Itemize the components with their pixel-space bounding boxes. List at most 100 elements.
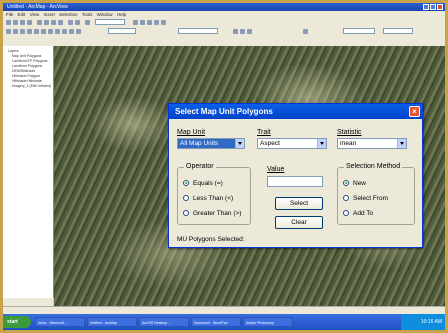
operator-group: Operator Equals (=) Less Than (<) Greate… [177,163,251,225]
toc-icon[interactable] [140,20,145,25]
forward-icon[interactable] [41,29,46,34]
table-of-contents: Layers Map Unit Polygons Landform/TP Pol… [3,46,54,298]
operator-less-than-option[interactable]: Less Than (<) [183,195,233,202]
pan-icon[interactable] [20,29,25,34]
selection-method-group: Selection Method New Select From Add To [337,163,415,225]
find-icon[interactable] [69,29,74,34]
radio-selected-icon[interactable] [343,180,349,187]
menu-view[interactable]: View [30,12,40,17]
map-unit-label: Map Unit [177,129,206,136]
copy-icon[interactable] [44,20,49,25]
selection-method-label: Selection Method [344,163,403,170]
selection-new-option[interactable]: New [343,180,366,187]
target-layer-combo[interactable] [178,28,218,34]
window-titlebar: Untitled - ArcMap - ArcView [3,3,445,11]
select-features-icon[interactable] [48,29,53,34]
radio-icon[interactable] [343,195,349,202]
redo-icon[interactable] [75,20,80,25]
menu-help[interactable]: Help [117,12,126,17]
zoom-in-icon[interactable] [6,29,11,34]
menubar: File Edit View Insert Selection Tools Wi… [3,11,445,18]
add-data-icon[interactable] [85,20,90,25]
layer-combo[interactable] [108,28,136,34]
map-unit-value: All Map Units [180,140,219,147]
taskbar-item[interactable]: Untitled - ArcMap [87,317,137,327]
toc-item[interactable]: Layers [8,49,19,53]
spatial-analyst-combo[interactable] [383,28,413,34]
taskbar-item[interactable]: Inbox - Microsoft... [35,317,85,327]
toc-item[interactable]: Landform/TP Polygons [12,59,48,63]
back-icon[interactable] [34,29,39,34]
select-elements-icon[interactable] [55,29,60,34]
radio-selected-icon[interactable] [183,180,189,187]
statistic-value: mean [340,140,357,147]
menu-file[interactable]: File [6,12,13,17]
dialog-title: Select Map Unit Polygons [175,107,273,116]
maximize-button[interactable] [430,4,436,10]
trait-value: Aspect [260,140,280,147]
text-icon[interactable] [247,29,252,34]
chevron-down-icon [235,139,244,148]
save-icon[interactable] [20,20,25,25]
clear-button[interactable]: Clear [275,216,323,229]
dialog-close-button[interactable]: × [409,106,420,117]
identify-icon[interactable] [62,29,67,34]
taskbar-item[interactable]: Document - WordPad [191,317,241,327]
toc-item[interactable]: Map Unit Polygons [12,54,41,58]
full-extent-icon[interactable] [27,29,32,34]
radio-icon[interactable] [183,210,189,217]
print-icon[interactable] [27,20,32,25]
drawing-icon[interactable] [233,29,238,34]
trait-dropdown[interactable]: Aspect [257,138,327,149]
menu-window[interactable]: Window [97,12,113,17]
close-button[interactable] [437,4,443,10]
value-label: Value [267,166,285,173]
cut-icon[interactable] [37,20,42,25]
toc-item[interactable]: DEM/Hillshade [12,69,35,73]
menu-tools[interactable]: Tools [82,12,93,17]
toc-item[interactable]: Hillshade Hillshade [12,79,42,83]
select-map-unit-polygons-dialog: Select Map Unit Polygons × Map Unit All … [168,103,423,248]
toc-item[interactable]: Landform Polygons [12,64,42,68]
undo-icon[interactable] [68,20,73,25]
start-button[interactable]: start [3,316,31,328]
delete-icon[interactable] [58,20,63,25]
radio-icon[interactable] [183,195,189,202]
map-unit-dropdown[interactable]: All Map Units [177,138,245,149]
selection-select-from-option[interactable]: Select From [343,195,388,202]
paste-icon[interactable] [51,20,56,25]
editor-icon[interactable] [133,20,138,25]
arrow-icon[interactable] [240,29,245,34]
operator-greater-than-option[interactable]: Greater Than (>) [183,210,241,217]
menu-insert[interactable]: Insert [44,12,55,17]
menu-edit[interactable]: Edit [18,12,26,17]
help-icon[interactable] [161,20,166,25]
value-input[interactable] [267,176,323,187]
catalog-icon[interactable] [147,20,152,25]
operator-label: Operator [184,163,216,170]
zoom-out-icon[interactable] [13,29,18,34]
scale-combo[interactable] [95,19,125,25]
new-icon[interactable] [6,20,11,25]
taskbar-item[interactable]: Adobe Photoshop [243,317,293,327]
toolbox-icon[interactable] [154,20,159,25]
operator-equals-option[interactable]: Equals (=) [183,180,223,187]
toc-item[interactable]: Hillshade Polygon [12,74,40,78]
minimize-button[interactable] [423,4,429,10]
clock: 10:16 AM [420,319,442,325]
toc-item[interactable]: Imagery_1 (MW Infrared) [12,84,51,88]
select-button[interactable]: Select [275,197,323,210]
taskbar: start Inbox - Microsoft... Untitled - Ar… [3,314,445,330]
taskbar-item[interactable]: ArcGIS Desktop... [139,317,189,327]
selection-add-to-option[interactable]: Add To [343,210,373,217]
radio-icon[interactable] [343,210,349,217]
statistic-dropdown[interactable]: mean [337,138,407,149]
statistic-label: Statistic [337,129,362,136]
measure-icon[interactable] [76,29,81,34]
system-tray: 10:16 AM [401,314,445,330]
open-icon[interactable] [13,20,18,25]
georef-layer-combo[interactable] [343,28,375,34]
chevron-down-icon [397,139,406,148]
menu-selection[interactable]: Selection [59,12,78,17]
georef-icon[interactable] [303,29,308,34]
